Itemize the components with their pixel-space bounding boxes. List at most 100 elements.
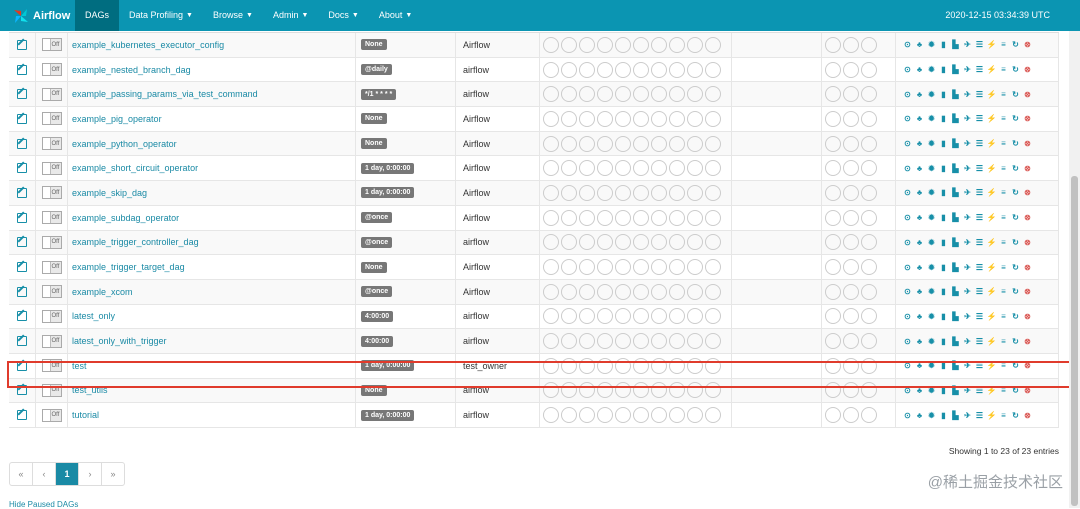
refresh-icon[interactable]: ↻ [1011, 40, 1020, 49]
dag-run-status-circle[interactable] [615, 184, 631, 201]
dag-link[interactable]: tutorial [72, 410, 99, 420]
dag-run-status-circle[interactable] [615, 160, 631, 177]
recent-task-status-circle[interactable] [843, 234, 859, 251]
edit-icon[interactable] [17, 410, 27, 421]
refresh-icon[interactable]: ↻ [1011, 337, 1020, 346]
dag-link[interactable]: test_utils [72, 385, 108, 395]
dag-run-status-circle[interactable] [615, 333, 631, 350]
duration-chart-icon[interactable]: ▮ [939, 114, 948, 123]
trigger-dag-icon[interactable]: ⊙ [903, 40, 912, 49]
dag-run-status-circle[interactable] [543, 259, 559, 276]
tree-view-icon[interactable]: ♣ [915, 164, 924, 173]
dag-pause-toggle[interactable]: Off [41, 137, 62, 151]
recent-task-status-circle[interactable] [825, 407, 841, 424]
dag-run-status-circle[interactable] [633, 209, 649, 226]
dag-run-status-circle[interactable] [705, 407, 721, 424]
tries-icon[interactable]: ▙ [951, 386, 960, 395]
tree-view-icon[interactable]: ♣ [915, 114, 924, 123]
gantt-icon[interactable]: ☰ [975, 287, 984, 296]
duration-chart-icon[interactable]: ▮ [939, 188, 948, 197]
code-view-icon[interactable]: ⚡ [987, 386, 997, 395]
dag-link[interactable]: example_short_circuit_operator [72, 163, 198, 173]
trigger-dag-icon[interactable]: ⊙ [903, 188, 912, 197]
tree-view-icon[interactable]: ♣ [915, 40, 924, 49]
logs-icon[interactable]: ≡ [999, 238, 1008, 247]
code-view-icon[interactable]: ⚡ [987, 263, 997, 272]
dag-run-status-circle[interactable] [579, 357, 595, 374]
delete-icon[interactable]: ⊗ [1023, 40, 1032, 49]
edit-icon[interactable] [17, 311, 27, 322]
duration-chart-icon[interactable]: ▮ [939, 213, 948, 222]
tries-icon[interactable]: ▙ [951, 188, 960, 197]
dag-pause-toggle[interactable]: Off [41, 38, 62, 52]
refresh-icon[interactable]: ↻ [1011, 65, 1020, 74]
logs-icon[interactable]: ≡ [999, 312, 1008, 321]
gantt-icon[interactable]: ☰ [975, 238, 984, 247]
dag-run-status-circle[interactable] [705, 86, 721, 103]
dag-run-status-circle[interactable] [597, 234, 613, 251]
recent-task-status-circle[interactable] [861, 283, 877, 300]
logs-icon[interactable]: ≡ [999, 40, 1008, 49]
logs-icon[interactable]: ≡ [999, 139, 1008, 148]
nav-item-browse[interactable]: Browse ▼ [203, 0, 263, 31]
recent-task-status-circle[interactable] [843, 308, 859, 325]
dag-run-status-circle[interactable] [615, 308, 631, 325]
dag-run-status-circle[interactable] [669, 407, 685, 424]
dag-run-status-circle[interactable] [579, 61, 595, 78]
dag-pause-toggle[interactable]: Off [41, 408, 62, 422]
dag-link[interactable]: latest_only [72, 311, 115, 321]
nav-item-data-profiling[interactable]: Data Profiling ▼ [119, 0, 203, 31]
delete-icon[interactable]: ⊗ [1023, 312, 1032, 321]
recent-task-status-circle[interactable] [861, 135, 877, 152]
gantt-icon[interactable]: ☰ [975, 213, 984, 222]
edit-icon[interactable] [17, 113, 27, 124]
graph-view-icon[interactable]: ✹ [927, 114, 936, 123]
dag-run-status-circle[interactable] [687, 407, 703, 424]
dag-run-status-circle[interactable] [561, 209, 577, 226]
dag-run-status-circle[interactable] [615, 234, 631, 251]
recent-task-status-circle[interactable] [825, 184, 841, 201]
dag-run-status-circle[interactable] [543, 209, 559, 226]
dag-run-status-circle[interactable] [579, 234, 595, 251]
dag-run-status-circle[interactable] [543, 110, 559, 127]
landing-times-icon[interactable]: ✈ [963, 287, 972, 296]
delete-icon[interactable]: ⊗ [1023, 188, 1032, 197]
graph-view-icon[interactable]: ✹ [927, 188, 936, 197]
dag-run-status-circle[interactable] [579, 86, 595, 103]
dag-run-status-circle[interactable] [597, 86, 613, 103]
gantt-icon[interactable]: ☰ [975, 312, 984, 321]
logs-icon[interactable]: ≡ [999, 188, 1008, 197]
recent-task-status-circle[interactable] [825, 209, 841, 226]
code-view-icon[interactable]: ⚡ [987, 287, 997, 296]
dag-run-status-circle[interactable] [543, 61, 559, 78]
landing-times-icon[interactable]: ✈ [963, 238, 972, 247]
dag-pause-toggle[interactable]: Off [41, 383, 62, 397]
dag-run-status-circle[interactable] [651, 36, 667, 53]
delete-icon[interactable]: ⊗ [1023, 263, 1032, 272]
edit-icon[interactable] [17, 360, 27, 371]
duration-chart-icon[interactable]: ▮ [939, 238, 948, 247]
dag-run-status-circle[interactable] [687, 259, 703, 276]
dag-run-status-circle[interactable] [633, 259, 649, 276]
gantt-icon[interactable]: ☰ [975, 411, 984, 420]
code-view-icon[interactable]: ⚡ [987, 139, 997, 148]
dag-run-status-circle[interactable] [597, 259, 613, 276]
dag-run-status-circle[interactable] [543, 333, 559, 350]
dag-link[interactable]: example_skip_dag [72, 188, 147, 198]
trigger-dag-icon[interactable]: ⊙ [903, 213, 912, 222]
dag-run-status-circle[interactable] [597, 382, 613, 399]
landing-times-icon[interactable]: ✈ [963, 361, 972, 370]
dag-run-status-circle[interactable] [687, 36, 703, 53]
delete-icon[interactable]: ⊗ [1023, 411, 1032, 420]
dag-run-status-circle[interactable] [543, 234, 559, 251]
delete-icon[interactable]: ⊗ [1023, 337, 1032, 346]
tries-icon[interactable]: ▙ [951, 337, 960, 346]
delete-icon[interactable]: ⊗ [1023, 164, 1032, 173]
refresh-icon[interactable]: ↻ [1011, 411, 1020, 420]
dag-run-status-circle[interactable] [597, 209, 613, 226]
graph-view-icon[interactable]: ✹ [927, 312, 936, 321]
edit-icon[interactable] [17, 336, 27, 347]
trigger-dag-icon[interactable]: ⊙ [903, 386, 912, 395]
dag-run-status-circle[interactable] [615, 209, 631, 226]
dag-run-status-circle[interactable] [615, 283, 631, 300]
